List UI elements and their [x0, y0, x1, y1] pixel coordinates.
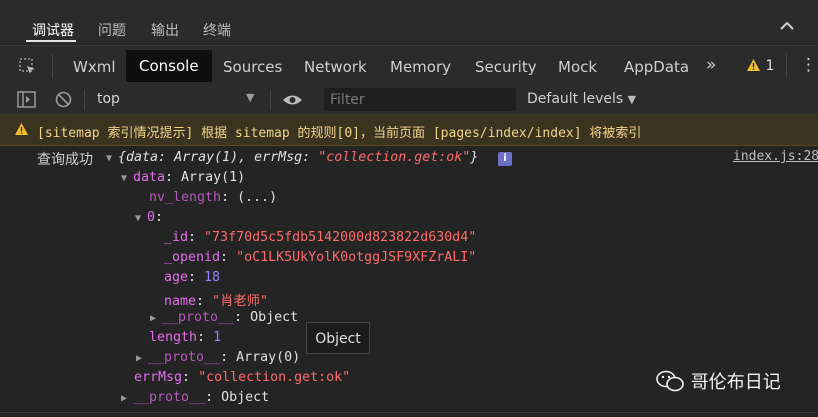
info-icon[interactable]: i: [498, 152, 512, 166]
filter-input[interactable]: [324, 88, 516, 111]
eye-icon[interactable]: [282, 93, 303, 107]
panel-tabbar: Wxml Console Sources Network Memory Secu…: [0, 45, 818, 87]
collapsed-triangle-icon[interactable]: ▶: [150, 313, 162, 324]
console-toolbar: top ▼ Default levels ▼: [0, 86, 818, 115]
tree-row-id: _id: "73f70d5c5fdb5142000d823822d630d4": [164, 230, 477, 245]
expand-triangle-icon[interactable]: ▼: [121, 173, 133, 184]
collapsed-triangle-icon[interactable]: ▶: [121, 393, 133, 404]
expand-triangle-icon[interactable]: ▼: [106, 153, 118, 164]
source-link[interactable]: index.js:28: [733, 149, 818, 164]
tab-wxml[interactable]: Wxml: [73, 58, 116, 76]
tree-row-proto-array[interactable]: ▶ __proto__: Array(0): [136, 350, 300, 365]
tree-row-openid: _openid: "oC1LK5UkYolK0otggJSF9XFZrALI": [164, 250, 477, 265]
warning-icon: [15, 123, 28, 135]
context-dropdown-icon[interactable]: ▼: [246, 91, 254, 104]
divider: [0, 412, 818, 413]
levels-dropdown-icon: ▼: [627, 93, 637, 106]
tab-network[interactable]: Network: [304, 58, 367, 76]
sidebar-toggle-icon[interactable]: [17, 91, 36, 108]
tab-sources[interactable]: Sources: [223, 58, 282, 76]
tab-security[interactable]: Security: [475, 58, 537, 76]
drawer-tabbar: 调试器 问题 输出 终端: [0, 0, 818, 44]
more-tabs-button[interactable]: »: [706, 55, 716, 75]
more-options-icon[interactable]: ⋮: [800, 55, 817, 75]
tree-row-length: length: 1: [149, 330, 222, 345]
log-object-summary[interactable]: ▼ {data: Array(1), errMsg: "collection.ge…: [106, 150, 478, 165]
tree-row-name: name: "肖老师": [164, 294, 268, 309]
watermark: 哥伦布日记: [655, 368, 781, 394]
chevron-up-icon[interactable]: [777, 16, 797, 36]
log-label: 查询成功: [37, 152, 93, 168]
divider: [270, 90, 271, 110]
tab-appdata[interactable]: AppData: [624, 58, 689, 76]
context-select[interactable]: top: [97, 91, 120, 107]
hover-tooltip: Object: [306, 322, 370, 354]
divider: [786, 54, 787, 78]
divider: [84, 90, 85, 110]
divider: [52, 54, 53, 78]
inspect-element-icon[interactable]: [18, 57, 38, 77]
tree-row-index-0[interactable]: ▼ 0:: [135, 210, 163, 225]
warning-icon: [747, 59, 760, 71]
tree-row-age: age: 18: [164, 270, 221, 285]
drawer-tab-debugger[interactable]: 调试器: [32, 20, 74, 40]
tree-row-data[interactable]: ▼ data: Array(1): [121, 170, 245, 185]
log-levels-select[interactable]: Default levels ▼: [527, 91, 636, 107]
tab-memory[interactable]: Memory: [390, 58, 451, 76]
wechat-icon: [656, 370, 684, 392]
active-tab-indicator: [26, 40, 76, 42]
tree-row-errmsg: errMsg: "collection.get:ok": [134, 370, 351, 385]
sitemap-warning-message: [sitemap 索引情况提示] 根据 sitemap 的规则[0]，当前页面 …: [0, 115, 818, 146]
clear-console-icon[interactable]: [55, 91, 72, 108]
tree-row-nv-length[interactable]: nv_length: (...): [149, 190, 277, 205]
watermark-text: 哥伦布日记: [690, 372, 781, 393]
expand-triangle-icon[interactable]: ▼: [135, 213, 147, 224]
tree-row-proto-root[interactable]: ▶ __proto__: Object: [121, 390, 269, 405]
tree-row-proto-object[interactable]: ▶ __proto__: Object: [150, 310, 298, 325]
drawer-tab-terminal[interactable]: 终端: [203, 20, 231, 40]
drawer-tab-issues[interactable]: 问题: [98, 20, 126, 40]
tab-mock[interactable]: Mock: [558, 58, 597, 76]
collapsed-triangle-icon[interactable]: ▶: [136, 353, 148, 364]
log-levels-label: Default levels: [527, 91, 624, 107]
warning-text: [sitemap 索引情况提示] 根据 sitemap 的规则[0]，当前页面 …: [37, 126, 642, 141]
tab-console[interactable]: Console: [126, 50, 212, 82]
drawer-tab-output[interactable]: 输出: [151, 20, 179, 40]
warning-counter[interactable]: 1: [746, 58, 774, 74]
warning-count: 1: [765, 58, 775, 74]
